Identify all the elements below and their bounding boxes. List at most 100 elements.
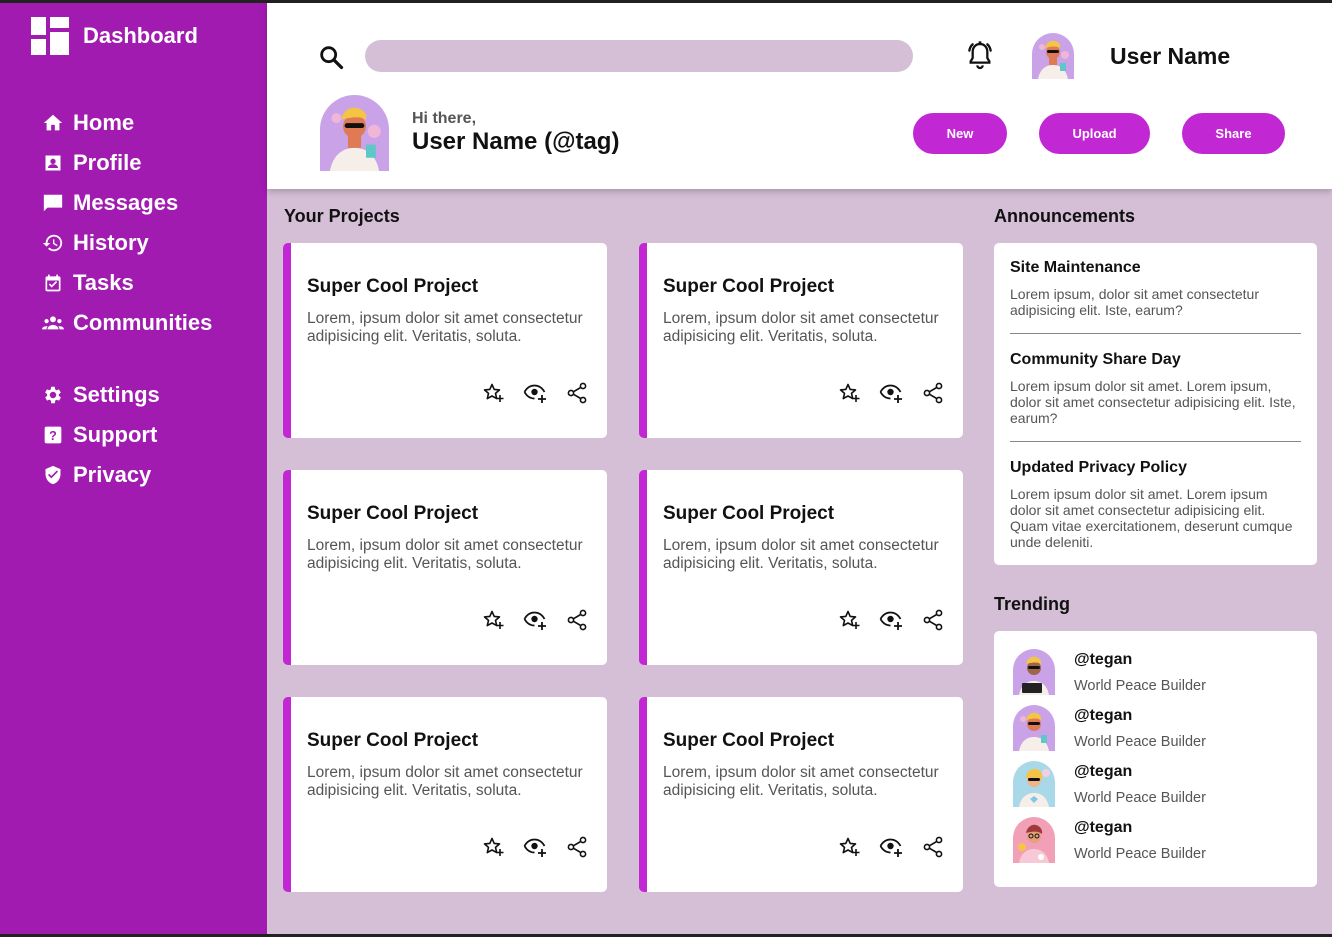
announcement-title: Site Maintenance (1010, 259, 1141, 276)
share-icon[interactable] (565, 835, 589, 859)
sidebar-item-privacy[interactable]: Privacy (41, 455, 160, 495)
sidebar-item-history[interactable]: History (41, 223, 212, 263)
main-nav: Home Profile Messages History Tasks Comm… (41, 103, 212, 343)
avatar (1013, 649, 1055, 695)
avatar (320, 95, 389, 171)
trending-heading: Trending (994, 594, 1070, 614)
share-icon[interactable] (565, 608, 589, 632)
add-favorite-icon[interactable] (481, 608, 505, 632)
sidebar-item-tasks[interactable]: Tasks (41, 263, 212, 303)
project-card[interactable]: Super Cool Project Lorem, ipsum dolor sit… (283, 697, 607, 892)
sidebar-item-label: Settings (73, 382, 160, 407)
project-actions (481, 381, 589, 405)
project-description: Lorem, ipsum dolor sit amet consectetur … (307, 537, 583, 572)
announcement-body: Lorem ipsum dolor sit amet. Lorem ipsum … (1010, 486, 1293, 550)
watch-icon[interactable] (879, 608, 903, 632)
share-icon[interactable] (921, 381, 945, 405)
project-title: Super Cool Project (307, 276, 479, 297)
trending-handle: @tegan (1074, 707, 1133, 724)
search-input[interactable] (365, 40, 913, 72)
avatar (1013, 817, 1055, 863)
announcement-body: Lorem ipsum dolor sit amet. Lorem ipsum,… (1010, 378, 1296, 426)
share-icon[interactable] (921, 835, 945, 859)
share-icon[interactable] (565, 381, 589, 405)
dashboard-logo-icon (31, 17, 69, 55)
help-icon: ? (41, 423, 65, 447)
sidebar-item-settings[interactable]: Settings (41, 375, 160, 415)
home-icon (41, 111, 65, 135)
announcement-item[interactable]: Site Maintenance Lorem ipsum, dolor sit … (1010, 259, 1301, 318)
watch-icon[interactable] (523, 608, 547, 632)
brand-title: Dashboard (83, 23, 198, 48)
sidebar-item-profile[interactable]: Profile (41, 143, 212, 183)
avatar (1013, 761, 1055, 807)
project-actions (837, 608, 945, 632)
project-card[interactable]: Super Cool Project Lorem, ipsum dolor sit… (283, 243, 607, 438)
share-icon[interactable] (921, 608, 945, 632)
watch-icon[interactable] (523, 835, 547, 859)
divider (1010, 333, 1301, 334)
add-favorite-icon[interactable] (481, 835, 505, 859)
project-actions (481, 608, 589, 632)
sidebar-item-label: Home (73, 110, 135, 135)
header: User Name Hi there, User Name (@tag) New… (267, 3, 1332, 189)
trending-subtitle: World Peace Builder (1074, 734, 1206, 750)
project-title: Super Cool Project (307, 503, 479, 524)
announcement-body: Lorem ipsum, dolor sit amet consectetur … (1010, 286, 1259, 318)
trending-item[interactable]: @tegan World Peace Builder (1013, 705, 1303, 753)
project-card[interactable]: Super Cool Project Lorem, ipsum dolor sit… (639, 697, 963, 892)
trending-panel: @tegan World Peace Builder @tegan World … (994, 631, 1317, 887)
profile-icon (41, 151, 65, 175)
add-favorite-icon[interactable] (837, 381, 861, 405)
project-card[interactable]: Super Cool Project Lorem, ipsum dolor sit… (639, 243, 963, 438)
trending-item[interactable]: @tegan World Peace Builder (1013, 649, 1303, 697)
project-description: Lorem, ipsum dolor sit amet consectetur … (663, 310, 939, 345)
add-favorite-icon[interactable] (837, 835, 861, 859)
projects-heading: Your Projects (284, 206, 400, 226)
sidebar-item-home[interactable]: Home (41, 103, 212, 143)
tasks-icon (41, 271, 65, 295)
project-title: Super Cool Project (307, 730, 479, 751)
watch-icon[interactable] (523, 381, 547, 405)
trending-item[interactable]: @tegan World Peace Builder (1013, 817, 1303, 865)
sidebar-item-messages[interactable]: Messages (41, 183, 212, 223)
upload-button[interactable]: Upload (1039, 113, 1150, 154)
sidebar-item-label: Communities (73, 310, 213, 335)
sidebar-item-label: Privacy (73, 462, 152, 487)
project-actions (481, 835, 589, 859)
communities-icon (41, 311, 65, 335)
announcement-item[interactable]: Community Share Day Lorem ipsum dolor si… (1010, 351, 1301, 426)
sidebar: Dashboard Home Profile Messages History (0, 3, 267, 934)
announcement-title: Community Share Day (1010, 351, 1181, 368)
project-title: Super Cool Project (663, 730, 835, 751)
avatar[interactable] (1032, 33, 1074, 79)
bell-icon[interactable] (964, 40, 996, 77)
brand[interactable]: Dashboard (31, 17, 198, 55)
sidebar-item-support[interactable]: ? Support (41, 415, 160, 455)
trending-handle: @tegan (1074, 763, 1133, 780)
watch-icon[interactable] (879, 835, 903, 859)
divider (1010, 441, 1301, 442)
add-favorite-icon[interactable] (481, 381, 505, 405)
trending-item[interactable]: @tegan World Peace Builder (1013, 761, 1303, 809)
project-description: Lorem, ipsum dolor sit amet consectetur … (663, 764, 939, 799)
announcement-title: Updated Privacy Policy (1010, 459, 1187, 476)
project-description: Lorem, ipsum dolor sit amet consectetur … (307, 310, 583, 345)
username[interactable]: User Name (1110, 43, 1230, 70)
sidebar-item-label: Support (73, 422, 158, 447)
project-description: Lorem, ipsum dolor sit amet consectetur … (663, 537, 939, 572)
secondary-nav: Settings ? Support Privacy (41, 375, 160, 495)
sidebar-item-communities[interactable]: Communities (41, 303, 212, 343)
search-icon[interactable] (317, 43, 345, 76)
project-card[interactable]: Super Cool Project Lorem, ipsum dolor sit… (283, 470, 607, 665)
watch-icon[interactable] (879, 381, 903, 405)
messages-icon (41, 191, 65, 215)
project-card[interactable]: Super Cool Project Lorem, ipsum dolor sit… (639, 470, 963, 665)
trending-handle: @tegan (1074, 819, 1133, 836)
trending-subtitle: World Peace Builder (1074, 846, 1206, 862)
announcement-item[interactable]: Updated Privacy Policy Lorem ipsum dolor… (1010, 459, 1301, 550)
add-favorite-icon[interactable] (837, 608, 861, 632)
new-button[interactable]: New (913, 113, 1007, 154)
share-button[interactable]: Share (1182, 113, 1285, 154)
project-title: Super Cool Project (663, 503, 835, 524)
